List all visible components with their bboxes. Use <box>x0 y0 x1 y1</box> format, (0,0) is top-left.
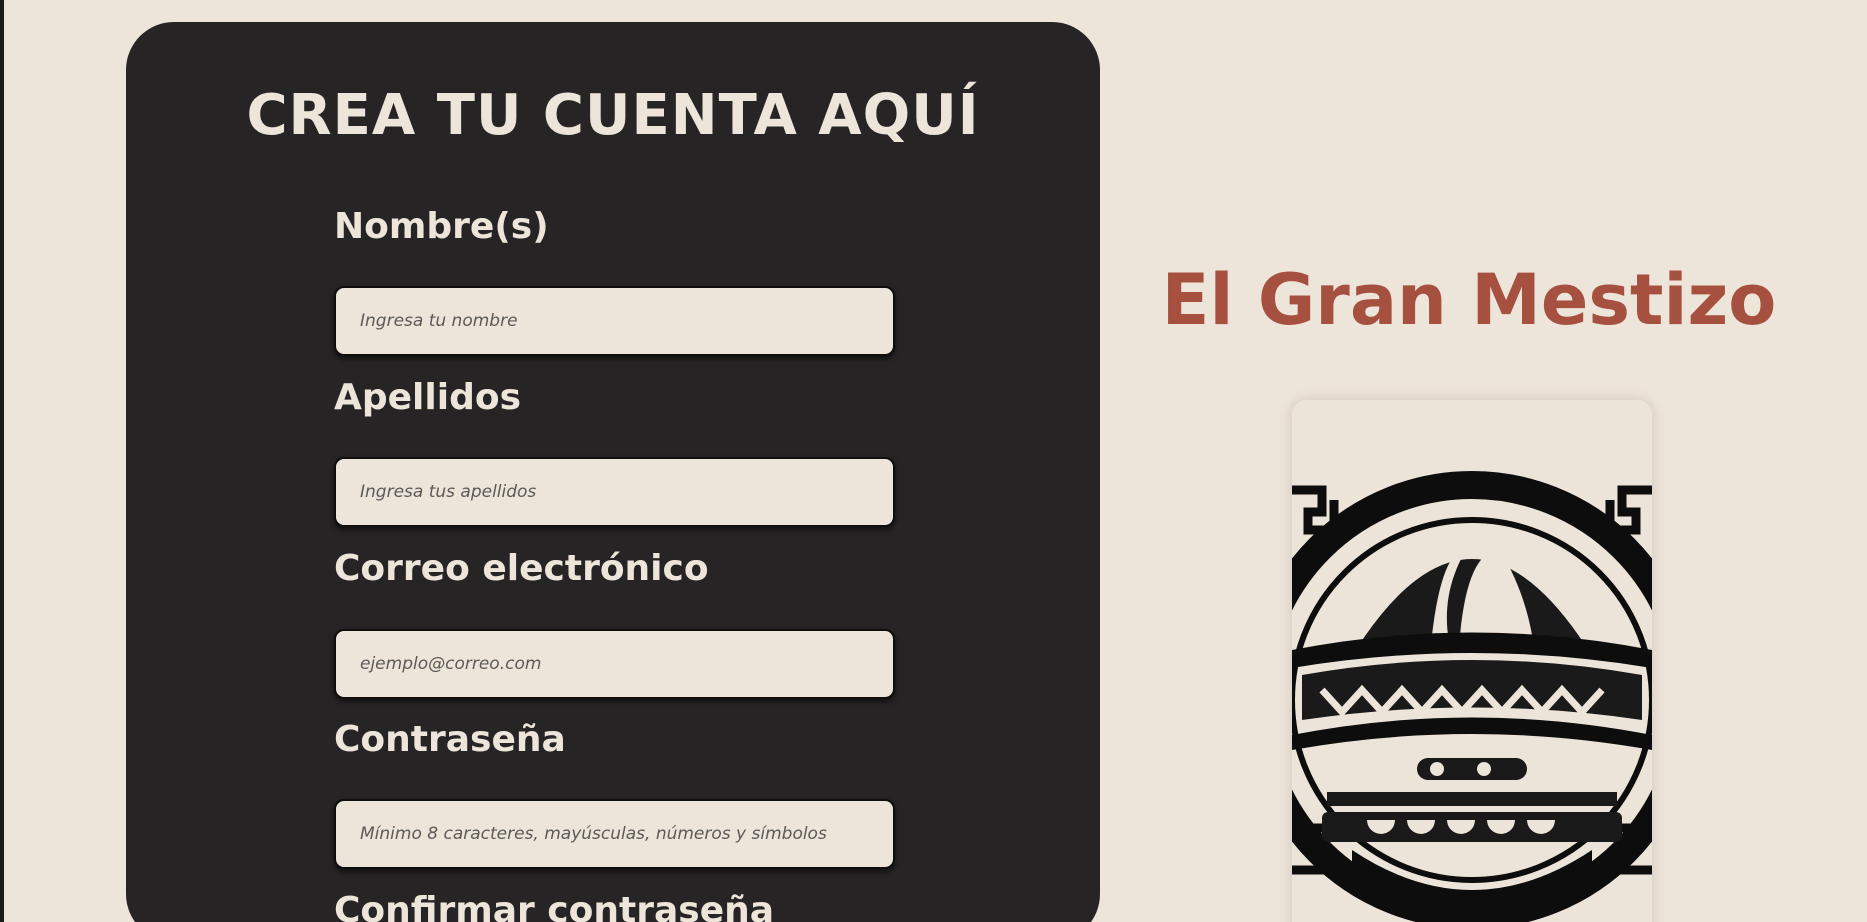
brand-title: El Gran Mestizo <box>1161 259 1777 341</box>
form-title: CREA TU CUENTA AQUÍ <box>246 83 980 148</box>
registration-form-card: CREA TU CUENTA AQUÍ Nombre(s) Apellidos … <box>126 22 1100 922</box>
first-name-label: Nombre(s) <box>334 206 549 247</box>
last-name-input[interactable] <box>334 457 895 527</box>
page: CREA TU CUENTA AQUÍ Nombre(s) Apellidos … <box>0 0 1867 922</box>
first-name-input[interactable] <box>334 286 895 356</box>
email-input[interactable] <box>334 629 895 699</box>
last-name-label: Apellidos <box>334 377 521 418</box>
confirm-password-label: Confirmar contraseña <box>334 890 775 922</box>
password-label: Contraseña <box>334 719 566 760</box>
logo-panel <box>1292 400 1652 922</box>
email-label: Correo electrónico <box>334 548 709 589</box>
sombrero-mask-logo-icon <box>1292 471 1652 922</box>
password-input[interactable] <box>334 799 895 869</box>
